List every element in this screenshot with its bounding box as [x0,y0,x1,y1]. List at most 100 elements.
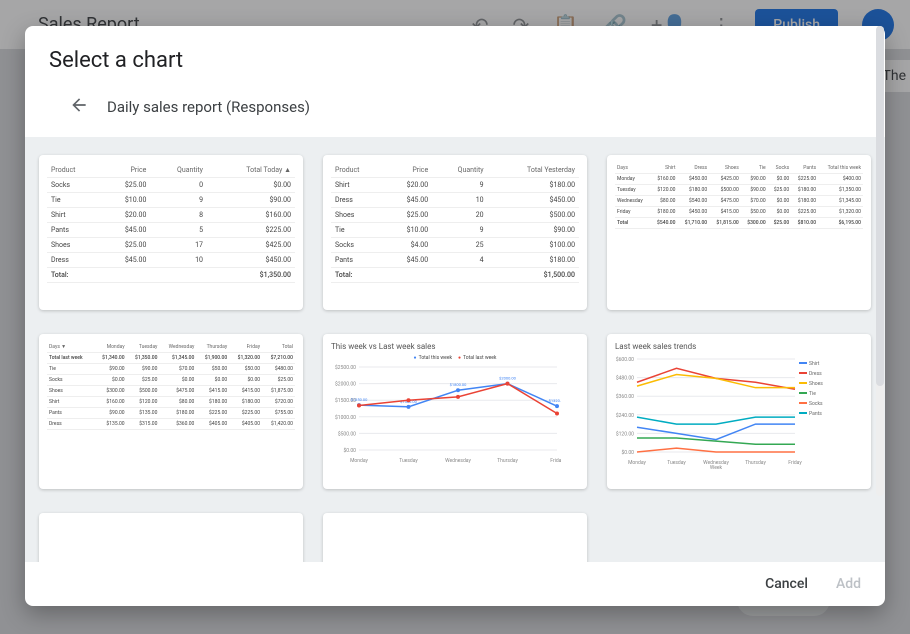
table-row: Shirt$20.008$160.00 [47,208,295,223]
chart-card-placeholder-1[interactable] [39,513,303,562]
table-cell: $135.00 [94,419,127,430]
chart-title: This week vs Last week sales [331,342,579,351]
table-cell: $25.00 [384,208,432,223]
table-row: Tie$10.009$90.00 [47,193,295,208]
table-cell: 8 [150,208,207,223]
table-row: Shirt$160.00$120.00$80.00$180.00$180.00$… [47,397,295,408]
table-cell: $500.00 [127,386,160,397]
svg-text:$1320.00: $1320.00 [549,398,561,403]
chart-card-table-weekly-product[interactable]: DaysShirtDressShoesTieSocksPantsTotal th… [607,155,871,310]
chart-card-placeholder-2[interactable] [323,513,587,562]
column-header: Shirt [651,163,678,174]
column-header: Shoes [709,163,741,174]
chart-card-table-today[interactable]: ProductPriceQuantityTotal Today ▲ Socks$… [39,155,303,310]
chart-card-table-last-week[interactable]: Days ▼MondayTuesdayWednesdayThursdayFrid… [39,334,303,489]
table-cell: $0.00 [768,196,792,207]
table-row: Total:$1,500.00 [331,268,579,283]
svg-text:Wednesday: Wednesday [445,458,471,464]
table-cell: Friday [615,207,651,218]
column-header: Price [384,163,432,178]
scrollbar[interactable] [876,26,884,496]
table-cell: $405.00 [229,419,262,430]
table-cell: $180.00 [678,185,710,196]
table-cell: $0.00 [196,375,229,386]
column-header: Days ▼ [47,342,94,353]
table-cell: $25.00 [127,375,160,386]
table-cell: $1,320.00 [818,207,863,218]
arrow-back-icon[interactable] [69,95,89,119]
table-cell: 17 [150,238,207,253]
table-cell: $45.00 [384,253,432,268]
table-cell: $405.00 [196,419,229,430]
table-cell: $180.00 [488,253,579,268]
table-cell: $90.00 [127,364,160,375]
svg-text:$2500.00: $2500.00 [335,364,356,371]
column-header: Pants [791,163,818,174]
column-header: Total this week [818,163,863,174]
table-cell: Pants [47,408,94,419]
table-cell: $20.00 [384,178,432,193]
table-cell: $10.00 [101,193,150,208]
svg-text:Friday: Friday [788,460,802,466]
cancel-button[interactable]: Cancel [765,576,808,592]
table-cell: $45.00 [384,193,432,208]
table-cell: Shoes [47,238,101,253]
table-cell [384,268,432,283]
table-cell: $225.00 [791,207,818,218]
table-cell: Monday [615,174,651,185]
column-header: Wednesday [159,342,196,353]
column-header: Friday [229,342,262,353]
table-cell: $1,875.00 [262,386,295,397]
table-row: Total:$1,350.00 [47,268,295,283]
scrollbar-thumb[interactable] [876,26,884,386]
table-row: Shirt$20.009$180.00 [331,178,579,193]
table-cell: 9 [432,178,487,193]
table-row: Tie$10.009$90.00 [331,223,579,238]
table-cell: Shirt [47,397,94,408]
table-cell: $450.00 [207,253,295,268]
table-cell: Dress [331,193,384,208]
chart-card-table-yesterday[interactable]: ProductPriceQuantityTotal Yesterday Shir… [323,155,587,310]
column-header: Thursday [196,342,229,353]
add-button[interactable]: Add [836,576,861,592]
chart-card-line-week-compare[interactable]: This week vs Last week sales Total this … [323,334,587,489]
table-cell: $1,320.00 [229,353,262,364]
table-cell: $475.00 [159,386,196,397]
table-cell: Wednesday [615,196,651,207]
column-header: Monday [94,342,127,353]
svg-text:Week: Week [710,465,723,470]
table-cell: $0.00 [94,375,127,386]
chart-title: Last week sales trends [615,342,863,351]
svg-text:$0.00: $0.00 [621,449,634,456]
table-cell: $1,345.00 [159,353,196,364]
chart-card-line-trends[interactable]: Last week sales trends $0.00$120.00$240.… [607,334,871,489]
table-cell: 10 [432,193,487,208]
table-row: Shoes$300.00$500.00$475.00$415.00$415.00… [47,386,295,397]
chart-grid: ProductPriceQuantityTotal Today ▲ Socks$… [25,137,885,562]
table-cell: $1,900.00 [196,353,229,364]
svg-text:Friday: Friday [550,458,561,464]
modal-breadcrumb: Daily sales report (Responses) [25,83,885,137]
table-cell: $1,500.00 [488,268,579,283]
svg-text:Tuesday: Tuesday [667,460,686,466]
column-header: Quantity [150,163,207,178]
table-row: Tuesday$120.00$180.00$500.00$90.00$25.00… [615,185,863,196]
table-cell: $160.00 [207,208,295,223]
svg-text:$600.00: $600.00 [616,356,634,363]
table-cell: $425.00 [207,238,295,253]
table-cell: $10.00 [384,223,432,238]
svg-text:$0.00: $0.00 [343,447,356,454]
table-yesterday: ProductPriceQuantityTotal Yesterday Shir… [331,163,579,283]
table-cell: $90.00 [207,193,295,208]
svg-text:Pants: Pants [809,411,822,417]
table-cell: Total: [47,268,101,283]
svg-text:$500.00: $500.00 [338,430,356,437]
table-row: Dress$45.0010$450.00 [47,253,295,268]
table-cell: Tie [331,223,384,238]
table-cell: 10 [150,253,207,268]
table-cell: 9 [150,193,207,208]
svg-text:Monday: Monday [350,458,368,464]
table-cell: $50.00 [196,364,229,375]
table-cell: $90.00 [741,174,768,185]
svg-text:$240.00: $240.00 [616,412,634,419]
